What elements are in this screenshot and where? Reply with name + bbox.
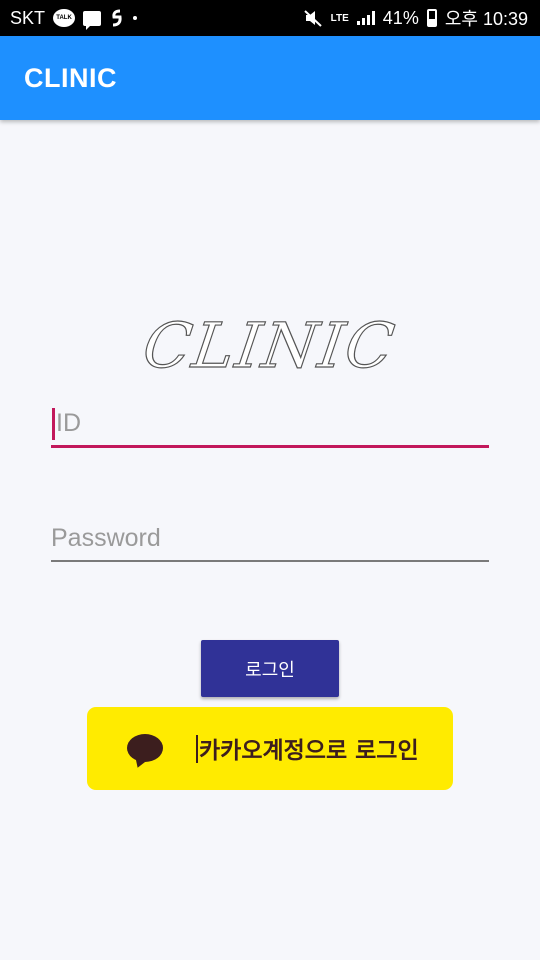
clock: 오후 10:39	[444, 9, 528, 29]
text-cursor	[52, 408, 55, 440]
logo-text: CLINIC	[139, 308, 402, 382]
status-left: SKT TALK	[10, 7, 138, 30]
app-notification-icon	[109, 9, 125, 27]
more-notifications-icon	[133, 16, 138, 20]
kakaotalk-notification-icon: TALK	[53, 9, 76, 27]
app-title: CLINIC	[24, 62, 117, 93]
carrier-label: SKT	[10, 7, 46, 28]
clinic-logo: CLINIC	[139, 300, 402, 390]
lte-icon: LTE	[330, 12, 349, 24]
id-field[interactable]	[51, 402, 489, 448]
status-bar: SKT TALK LTE 41% 오후 10:39	[0, 0, 540, 36]
mute-icon	[303, 9, 323, 27]
login-button[interactable]: 로그인	[201, 640, 339, 697]
message-notification-icon	[83, 10, 102, 30]
password-input[interactable]	[51, 516, 489, 560]
signal-icon	[356, 11, 375, 25]
app-bar: CLINIC	[0, 36, 540, 120]
kakao-login-label: 카카오계정으로 로그인	[199, 738, 419, 764]
kakao-chat-icon	[127, 734, 163, 762]
battery-percent: 41%	[382, 7, 419, 28]
status-right: LTE 41% 오후 10:39	[303, 5, 528, 31]
kakao-login-button[interactable]: 카카오계정으로 로그인	[87, 707, 453, 790]
battery-icon	[426, 9, 437, 27]
id-input[interactable]	[51, 402, 489, 445]
kakao-text-cursor	[196, 735, 198, 763]
password-field[interactable]	[51, 516, 489, 562]
